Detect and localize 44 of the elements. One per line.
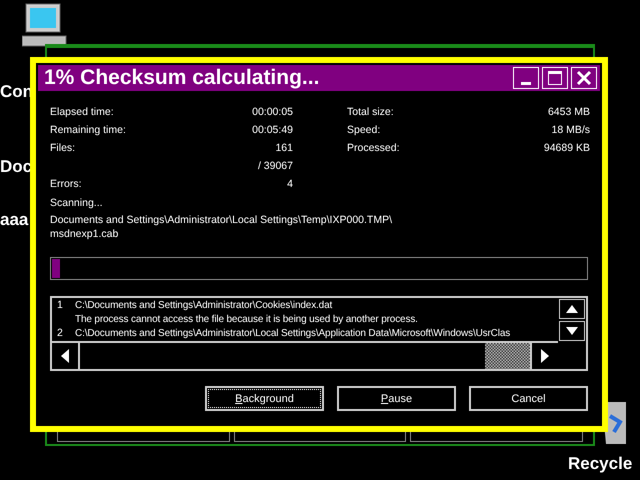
- current-path: Documents and Settings\Administrator\Local Settings\Temp\IXP000.TMP\: [50, 214, 393, 226]
- computer-icon[interactable]: [22, 2, 68, 48]
- status-text: Scanning...: [50, 196, 104, 211]
- stat-label: Processed:: [347, 142, 400, 154]
- scroll-thumb[interactable]: [485, 343, 530, 369]
- stat-label: Remaining time:: [50, 124, 126, 136]
- stat-value: 18 MB/s: [551, 124, 590, 136]
- log-line: The process cannot access the file because it is being used by another process.: [75, 314, 418, 324]
- scroll-down-button[interactable]: [559, 321, 585, 341]
- close-button[interactable]: [571, 67, 597, 89]
- line-number: 2: [57, 327, 63, 339]
- scroll-up-button[interactable]: [559, 299, 585, 319]
- stat-label: Files:: [50, 142, 76, 154]
- dialog-button[interactable]: Cancel: [469, 386, 588, 411]
- maximize-button[interactable]: [542, 67, 568, 89]
- left-arrow-icon: [61, 349, 69, 363]
- stat-label: Elapsed time:: [50, 106, 114, 118]
- stat-label: Total size:: [347, 106, 394, 118]
- dialog-button[interactable]: Pause: [337, 386, 456, 411]
- line-number: 1: [57, 299, 63, 311]
- stat-value: / 39067: [258, 160, 293, 172]
- minimize-button[interactable]: [513, 67, 539, 89]
- window-title: 1% Checksum calculating...: [44, 66, 320, 90]
- up-arrow-icon: [566, 305, 578, 313]
- stat-value: 4: [287, 178, 293, 190]
- dialog-button[interactable]: Background: [205, 386, 324, 411]
- stat-value: 6453 MB: [548, 106, 590, 118]
- stat-value: 00:05:49: [252, 124, 293, 136]
- icon-label[interactable]: Doc: [0, 157, 32, 177]
- stat-label: Errors:: [50, 178, 82, 190]
- right-arrow-icon: [541, 349, 549, 363]
- minimize-icon: [521, 82, 531, 84]
- stat-value: 00:00:05: [252, 106, 293, 118]
- log-line: C:\Documents and Settings\Administrator\Cookies\index.dat: [75, 300, 332, 310]
- stat-value: 161: [275, 142, 293, 154]
- log-line: C:\Documents and Settings\Administrator\Local Settings\Application Data\Microsoft\Windows\UsrClas: [75, 328, 510, 338]
- stat-label: Speed:: [347, 124, 380, 136]
- close-icon: [576, 70, 592, 86]
- icon-label[interactable]: aaa: [0, 210, 28, 230]
- down-arrow-icon: [566, 327, 578, 335]
- maximize-icon: [547, 70, 563, 86]
- icon-label[interactable]: Recycle: [568, 454, 632, 474]
- stat-value: 94689 KB: [544, 142, 590, 154]
- current-file: msdnexp1.cab: [50, 228, 120, 240]
